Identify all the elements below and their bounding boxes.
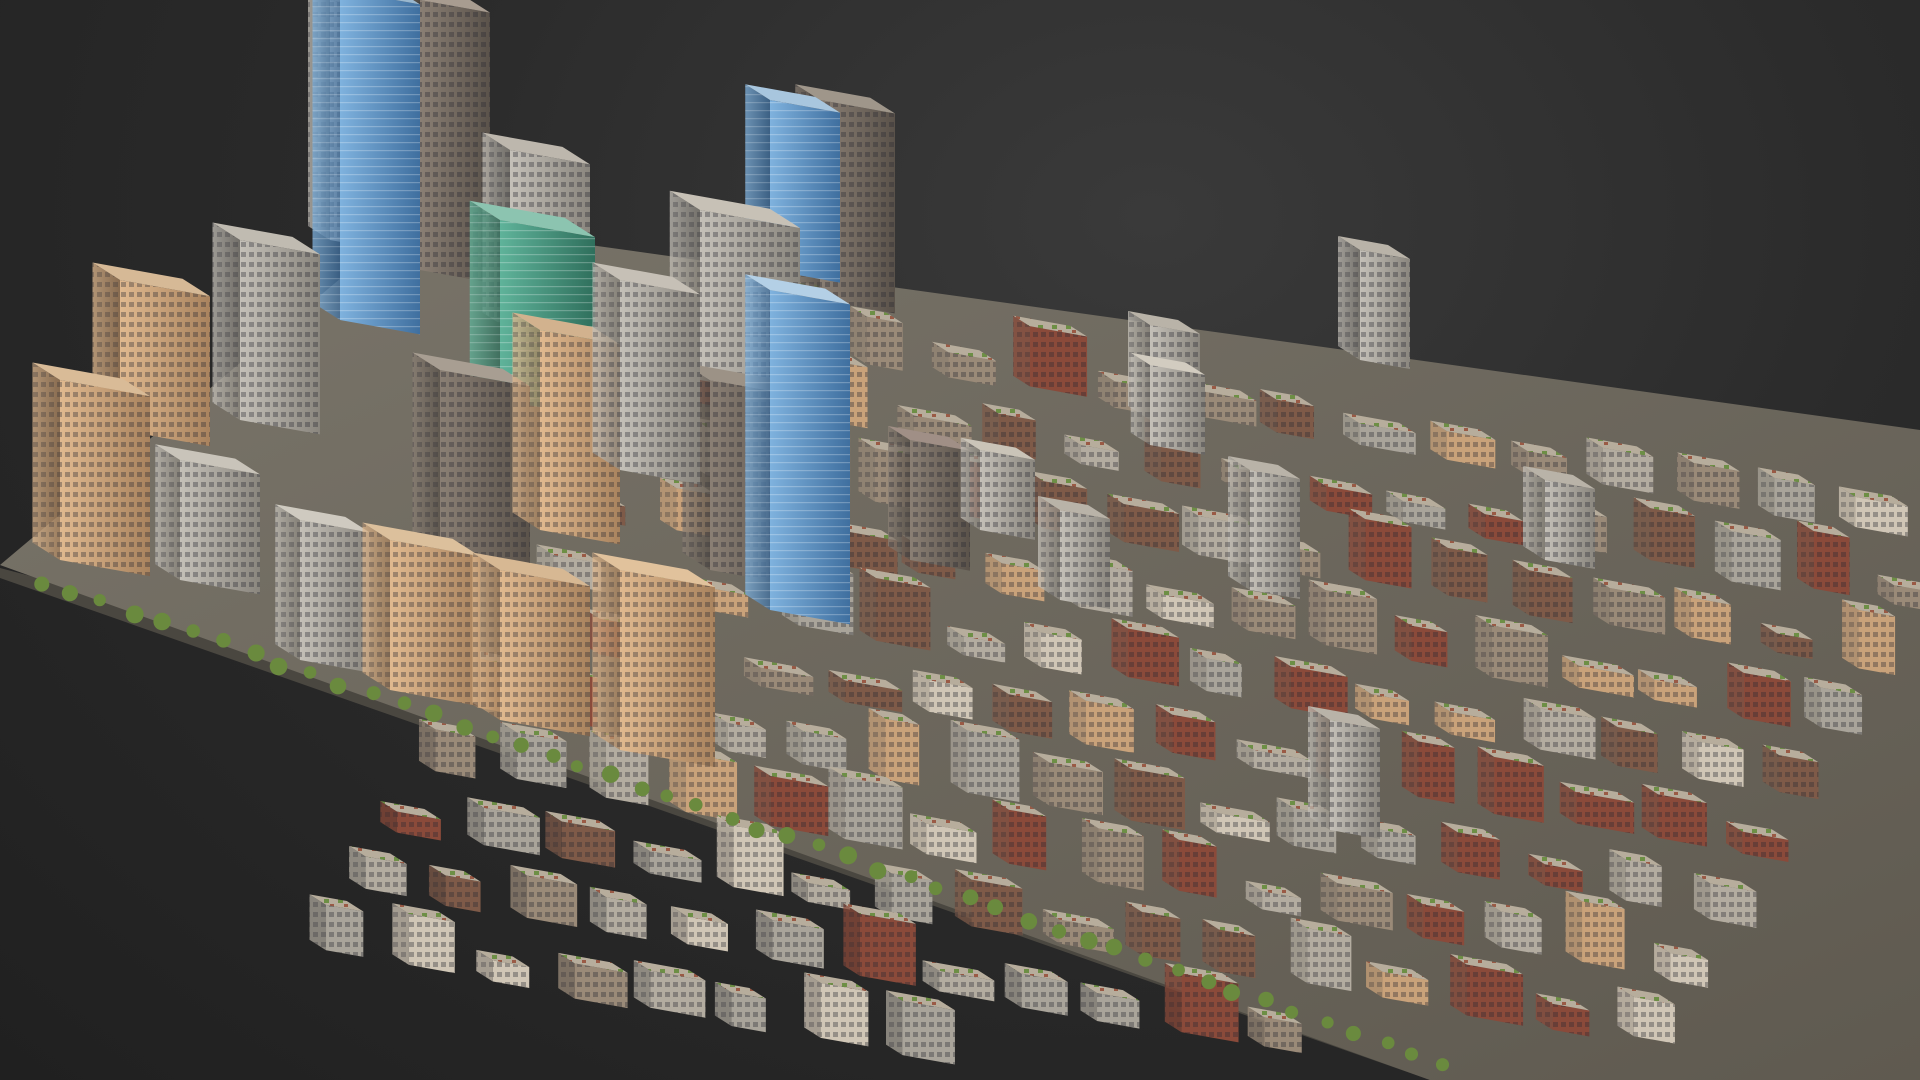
low-rise-building [1080,982,1140,1029]
tree [269,657,288,676]
mid-rise-building [1228,456,1300,599]
tree [660,789,674,803]
tree [93,593,106,607]
tree [1201,974,1217,990]
high-rise-building [362,522,480,707]
tree [725,812,740,826]
low-rise-building [380,801,441,841]
city-model-render [0,0,1920,1080]
tree [61,585,78,602]
low-rise-building [886,990,955,1065]
tree [424,704,443,723]
high-rise-building [155,444,260,595]
tree [634,781,650,797]
tree [1435,1058,1450,1072]
high-rise-building [960,437,1035,540]
tree [303,666,317,679]
tree [1345,1025,1361,1042]
tree [987,899,1004,916]
tree [1223,984,1241,1001]
high-rise-building [592,552,715,768]
low-rise-building [428,864,481,913]
high-rise-building [1130,352,1205,455]
tree [570,760,583,773]
tree [601,765,620,783]
tree [839,846,858,865]
high-rise-building [888,426,970,571]
tree [125,605,144,624]
high-rise-building [472,552,590,737]
low-rise-building [670,906,728,952]
mid-rise-building [1308,706,1380,839]
tree [812,838,826,852]
low-rise-building [392,903,455,974]
tree [778,827,796,844]
mid-rise-building [1338,236,1410,369]
low-rise-building [476,949,530,989]
high-rise-building [592,262,700,485]
tree [1105,938,1123,956]
low-rise-building [804,972,869,1047]
low-rise-building [633,840,702,883]
tree [1051,924,1067,939]
tree [1172,963,1185,977]
tree [186,624,200,638]
tree [366,686,381,701]
low-rise-building [714,981,766,1033]
tree [546,748,561,763]
tree [456,719,473,736]
low-rise-building [922,960,995,1002]
tree [1080,932,1098,950]
high-rise-building [312,0,420,335]
high-rise-building [745,274,850,625]
tree [34,576,50,592]
tree [216,633,231,648]
tree [153,612,171,631]
tree [748,822,765,839]
high-rise-building [275,504,370,673]
low-rise-building [589,886,647,940]
tree [1404,1047,1419,1061]
tree [1321,1016,1334,1029]
mid-rise-building [1038,496,1110,609]
tree [904,870,918,884]
tree [689,798,703,812]
low-rise-building [558,952,628,1009]
low-rise-building [349,845,407,897]
low-rise-building [1004,963,1068,1016]
low-rise-building [545,810,616,868]
low-rise-building [467,797,540,856]
high-rise-building [212,222,320,435]
low-rise-building [510,864,578,927]
tree [397,696,412,710]
tree [962,889,979,906]
low-rise-building [791,872,851,910]
tree [1258,991,1274,1008]
tree [1138,952,1153,967]
tree [247,644,265,662]
tree [1381,1036,1395,1050]
tree [486,730,500,744]
tree [928,881,943,896]
tree [869,862,887,880]
tree [329,677,347,695]
high-rise-building [32,362,150,577]
low-rise-building [755,909,824,969]
viewport-background [0,0,1920,1080]
tree [1020,913,1038,930]
tree [1285,1005,1299,1019]
low-rise-building [309,894,364,957]
low-rise-building [633,960,706,1018]
tree [513,737,529,753]
